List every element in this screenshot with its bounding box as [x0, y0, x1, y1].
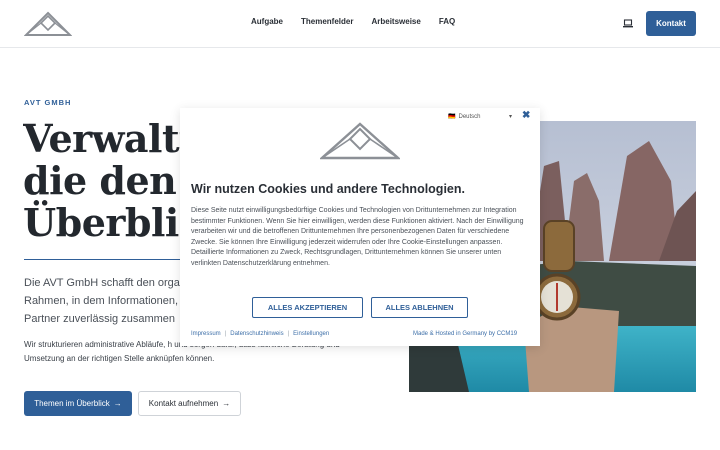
nav-arbeitsweise[interactable]: Arbeitsweise — [371, 17, 420, 26]
accept-all-button[interactable]: ALLES AKZEPTIEREN — [252, 297, 363, 318]
language-flag-icon: 🇩🇪 — [448, 114, 456, 120]
laptop-icon[interactable] — [623, 19, 633, 28]
chevron-down-icon[interactable]: ▾ — [509, 113, 512, 120]
lead-line: Rahmen, in dem Informationen, — [24, 295, 179, 307]
arrow-right-icon: → — [222, 399, 231, 408]
arrow-right-icon: → — [113, 399, 122, 408]
main-nav: Aufgabe Themenfelder Arbeitsweise FAQ — [251, 17, 455, 26]
logo[interactable] — [24, 11, 72, 37]
hero-title-line: die den — [23, 158, 177, 203]
reject-all-button[interactable]: ALLES ABLEHNEN — [371, 297, 468, 318]
cookie-dialog: 🇩🇪 Deutsch ▾ ✖ Wir nutzen Cookies und an… — [180, 108, 540, 346]
divider — [24, 259, 184, 260]
hero-title: Verwaltu die den Überblic — [23, 118, 183, 248]
nav-faq[interactable]: FAQ — [439, 17, 455, 26]
impressum-link[interactable]: Impressum — [191, 331, 221, 337]
cookie-text: Diese Seite nutzt einwilligungsbedürftig… — [191, 207, 524, 267]
nav-aufgabe[interactable]: Aufgabe — [251, 17, 283, 26]
contact-us-button-label: Kontakt aufnehmen — [148, 399, 219, 408]
hero-title-line: Überblic — [23, 200, 183, 245]
contact-us-button[interactable]: Kontakt aufnehmen → — [138, 391, 241, 416]
site-header: Aufgabe Themenfelder Arbeitsweise FAQ Ko… — [0, 0, 720, 48]
topics-button-label: Themen im Überblick — [34, 399, 110, 408]
settings-link[interactable]: Einstellungen — [293, 331, 329, 337]
lead-line: Die AVT GmbH schafft den orga — [24, 277, 180, 289]
cookie-logo — [320, 122, 400, 160]
separator: | — [287, 331, 290, 337]
language-selector[interactable]: 🇩🇪 Deutsch — [448, 113, 481, 121]
topics-button[interactable]: Themen im Überblick → — [24, 391, 132, 416]
hero-title-line: Verwaltu — [23, 118, 183, 161]
separator: | — [224, 331, 227, 337]
nav-themenfelder[interactable]: Themenfelder — [301, 17, 353, 26]
lead-text: Die AVT GmbH schafft den orga Rahmen, in… — [24, 274, 180, 326]
close-icon[interactable]: ✖ — [522, 110, 530, 121]
privacy-link[interactable]: Datenschutzhinweis — [230, 331, 283, 337]
contact-button[interactable]: Kontakt — [646, 11, 696, 36]
cookie-links: Impressum | Datenschutzhinweis | Einstel… — [191, 331, 329, 337]
cookie-title: Wir nutzen Cookies und andere Technologi… — [191, 182, 465, 196]
lead-line: Partner zuverlässig zusammen — [24, 313, 176, 325]
hosted-by-link[interactable]: Made & Hosted in Germany by CCM19 — [413, 331, 517, 337]
eyebrow: AVT GMBH — [24, 98, 72, 107]
language-label: Deutsch — [458, 113, 481, 120]
